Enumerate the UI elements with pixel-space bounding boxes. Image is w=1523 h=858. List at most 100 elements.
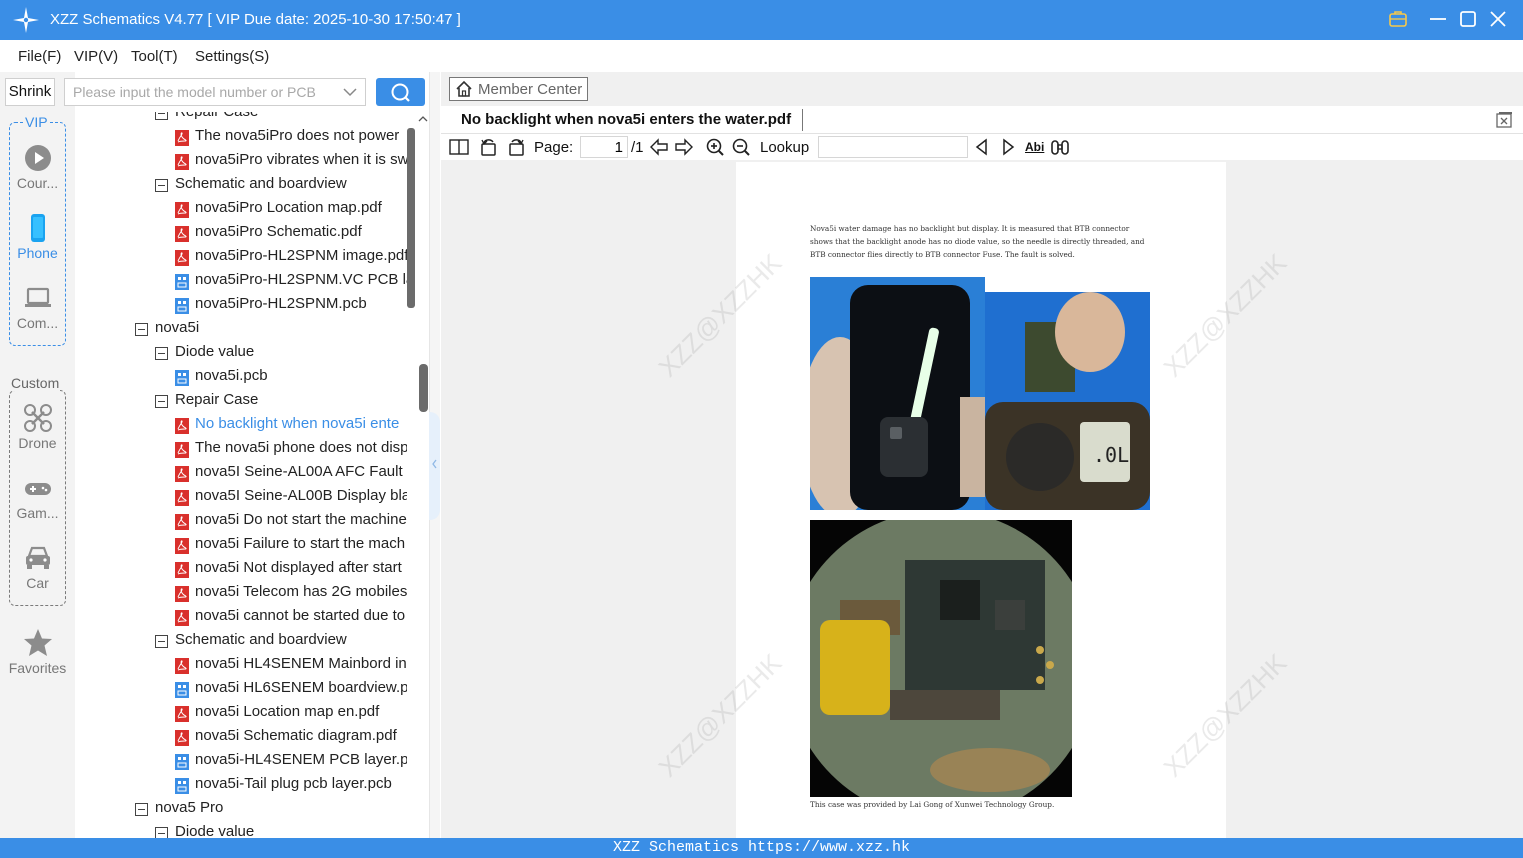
- collapse-toggle-icon[interactable]: [155, 635, 168, 648]
- member-center-button[interactable]: Member Center: [449, 77, 588, 101]
- tree-file[interactable]: nova5i Schematic diagram.pdf: [175, 726, 407, 750]
- close-icon[interactable]: [1487, 8, 1509, 30]
- tree-file[interactable]: nova5i HL6SENEM boardview.p: [175, 678, 407, 702]
- pdf-file-icon: [175, 202, 189, 218]
- pcb-file-icon: [175, 778, 189, 794]
- collapse-toggle-icon[interactable]: [155, 179, 168, 192]
- tree-item-label: The nova5iPro does not power: [195, 127, 400, 144]
- rail-item-label: Cour...: [16, 175, 59, 191]
- tree-folder[interactable]: Schematic and boardview: [155, 174, 407, 198]
- maximize-icon[interactable]: [1457, 8, 1479, 30]
- pdf-page: Nova5i water damage has no backlight but…: [736, 162, 1226, 838]
- tree-file[interactable]: nova5iPro Location map.pdf: [175, 198, 407, 222]
- menu-tool[interactable]: Tool(T): [131, 48, 178, 65]
- scroll-up-icon[interactable]: [418, 114, 428, 124]
- menu-file[interactable]: File(F): [18, 48, 61, 65]
- menu-settings[interactable]: Settings(S): [195, 48, 269, 65]
- rail-item-drone[interactable]: Drone: [0, 403, 75, 451]
- zoom-out-icon[interactable]: [731, 137, 751, 157]
- tree-item-label: nova5i.pcb: [195, 367, 268, 384]
- briefcase-icon[interactable]: [1387, 8, 1409, 30]
- model-search-combobox: [64, 78, 366, 106]
- collapse-toggle-icon[interactable]: [155, 347, 168, 360]
- tree-scrollbar-thumb[interactable]: [407, 128, 415, 308]
- tree-file[interactable]: The nova5iPro does not power: [175, 126, 407, 150]
- car-icon: [25, 546, 50, 569]
- tree-file[interactable]: nova5iPro vibrates when it is sw: [175, 150, 407, 174]
- tree-folder[interactable]: Diode value: [155, 822, 407, 838]
- rail-item-car[interactable]: Car: [0, 543, 75, 591]
- search-button[interactable]: [376, 78, 425, 106]
- pdf-file-icon: [175, 730, 189, 746]
- tree-item-label: nova5i Not displayed after start: [195, 559, 402, 576]
- tree-file[interactable]: nova5i HL4SENEM Mainbord in: [175, 654, 407, 678]
- rail-item-games[interactable]: Gam...: [0, 473, 75, 521]
- zoom-in-icon[interactable]: [705, 137, 725, 157]
- minimize-icon[interactable]: [1427, 8, 1449, 30]
- collapse-toggle-icon[interactable]: [155, 395, 168, 408]
- lookup-label: Lookup: [760, 139, 810, 156]
- tree-file[interactable]: nova5iPro-HL2SPNM.VC PCB la: [175, 270, 407, 294]
- tree-file[interactable]: nova5i Location map en.pdf: [175, 702, 407, 726]
- tree-folder[interactable]: nova5 Pro: [135, 798, 407, 822]
- tree-item-label: nova5iPro Location map.pdf: [195, 199, 382, 216]
- tree-file[interactable]: The nova5i phone does not disp: [175, 438, 407, 462]
- arrow-left-icon[interactable]: [649, 137, 669, 157]
- rotate-right-icon[interactable]: [506, 137, 526, 157]
- vip-group-label: VIP: [24, 114, 49, 130]
- collapse-tab[interactable]: [429, 412, 440, 520]
- tree-file[interactable]: nova5iPro-HL2SPNM.pcb: [175, 294, 407, 318]
- tree-file[interactable]: nova5i Not displayed after start: [175, 558, 407, 582]
- collapse-toggle-icon[interactable]: [155, 827, 168, 838]
- tree-item-label: nova5 Pro: [155, 799, 224, 816]
- menu-vip[interactable]: VIP(V): [74, 48, 118, 65]
- shrink-button[interactable]: Shrink: [5, 78, 55, 106]
- close-tab-icon[interactable]: [1495, 111, 1513, 129]
- tree-file[interactable]: No backlight when nova5i ente: [175, 414, 407, 438]
- tree-file[interactable]: nova5i Do not start the machine: [175, 510, 407, 534]
- binoculars-icon[interactable]: [1050, 137, 1070, 157]
- rail-item-favorites[interactable]: Favorites: [0, 628, 75, 676]
- star-icon: [23, 629, 52, 656]
- collapse-toggle-icon[interactable]: [135, 323, 148, 336]
- rail-item-label: Car: [26, 575, 49, 591]
- tree-file[interactable]: nova5i-Tail plug pcb layer.pcb: [175, 774, 407, 798]
- tree-file[interactable]: nova5i Failure to start the mach: [175, 534, 407, 558]
- find-next-icon[interactable]: [998, 137, 1018, 157]
- tree-file[interactable]: nova5i cannot be started due to: [175, 606, 407, 630]
- arrow-right-icon[interactable]: [674, 137, 694, 157]
- chevron-left-icon: [432, 459, 437, 469]
- lookup-input[interactable]: [818, 136, 968, 158]
- pdf-file-icon: [175, 466, 189, 482]
- rail-item-courses[interactable]: Cour...: [0, 143, 75, 191]
- tree-folder[interactable]: Repair Case: [155, 112, 407, 126]
- tree-folder[interactable]: Diode value: [155, 342, 407, 366]
- page-number-input[interactable]: [580, 136, 628, 158]
- tree-folder[interactable]: Repair Case: [155, 390, 407, 414]
- tree-file[interactable]: nova5i-HL4SENEM PCB layer.pc: [175, 750, 407, 774]
- document-tab-bar: No backlight when nova5i enters the wate…: [441, 106, 1523, 134]
- pcb-file-icon: [175, 370, 189, 386]
- collapse-toggle-icon[interactable]: [135, 803, 148, 816]
- find-previous-icon[interactable]: [972, 137, 992, 157]
- tree-file[interactable]: nova5I Seine-AL00B Display bla: [175, 486, 407, 510]
- tree-file[interactable]: nova5i Telecom has 2G mobiles: [175, 582, 407, 606]
- tree-folder[interactable]: nova5i: [135, 318, 407, 342]
- tree-file[interactable]: nova5i.pcb: [175, 366, 407, 390]
- rail-item-phone[interactable]: Phone: [0, 213, 75, 261]
- tree-file[interactable]: nova5iPro-HL2SPNM image.pdf: [175, 246, 407, 270]
- tree-file[interactable]: nova5iPro Schematic.pdf: [175, 222, 407, 246]
- tree-item-label: nova5i Schematic diagram.pdf: [195, 727, 397, 744]
- collapse-toggle-icon[interactable]: [155, 112, 168, 120]
- two-page-view-icon[interactable]: [449, 137, 469, 157]
- match-case-button[interactable]: Abi: [1025, 140, 1044, 154]
- splitter-handle[interactable]: [419, 364, 428, 412]
- tree-folder[interactable]: Schematic and boardview: [155, 630, 407, 654]
- rail-item-computer[interactable]: Com...: [0, 283, 75, 331]
- document-tab[interactable]: No backlight when nova5i enters the wate…: [461, 111, 791, 128]
- tree-file[interactable]: nova5I Seine-AL00A AFC Fault (: [175, 462, 407, 486]
- search-input[interactable]: [65, 79, 335, 105]
- photo-board-microscope: [810, 520, 1072, 797]
- chevron-down-icon[interactable]: [343, 85, 357, 99]
- rotate-left-icon[interactable]: [479, 137, 499, 157]
